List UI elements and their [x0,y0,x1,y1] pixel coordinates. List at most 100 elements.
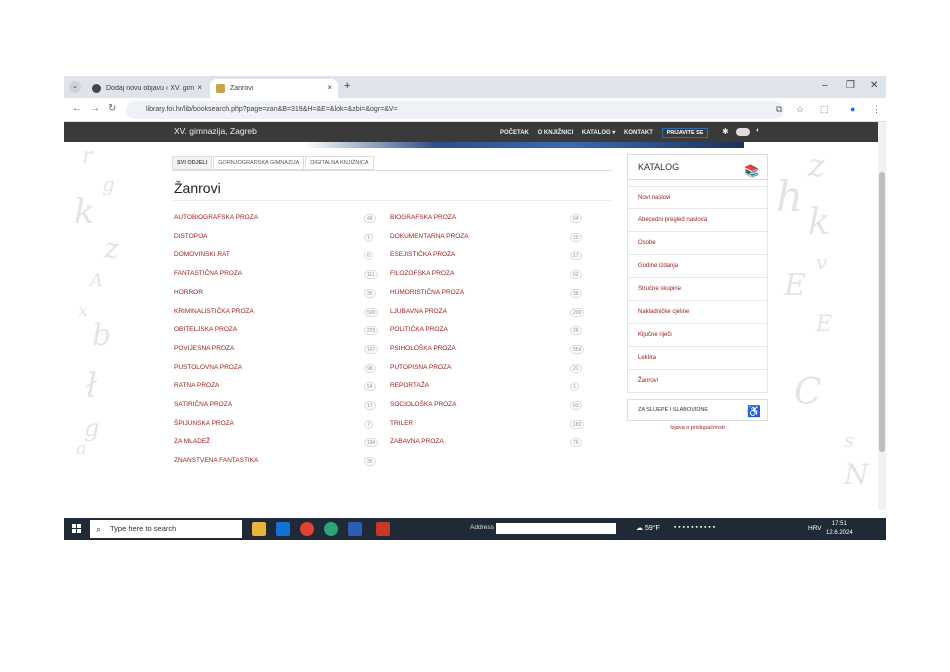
tab-dodaj-objavu[interactable]: Dodaj novu objavu ‹ XV. gimna × [86,79,208,98]
profile-icon[interactable]: ● [850,104,855,114]
genre-item[interactable]: Psihološka proza 554 [390,343,586,357]
menu-item-kontakt[interactable]: KONTAKT [624,130,653,136]
login-button[interactable]: PRIJAVITE SE [661,128,709,138]
language-indicator[interactable]: HRV [808,525,822,532]
gear-icon[interactable]: ✱ [722,127,729,136]
genre-name[interactable]: Putopisna proza [390,364,451,371]
genre-item[interactable]: Ratna proza 54 [174,380,380,394]
close-window-button[interactable]: ✕ [870,80,878,91]
genre-item[interactable]: Esejistička proza 17 [390,249,586,263]
genre-item[interactable]: Humoristična proza 38 [390,287,586,301]
extensions-icon[interactable]: ⬚ [820,104,829,115]
genre-item[interactable]: Satirična proza 17 [174,399,380,413]
genre-item[interactable]: Zabavna proza 76 [390,436,586,450]
genre-name[interactable]: Špijunska proza [174,420,234,427]
maximize-button[interactable]: ❐ [846,80,855,91]
url-input[interactable]: library.foi.hr/lib/booksearch.php?page=z… [126,101,784,119]
sidebar-item-nakladnicke-cjeline[interactable]: Nakladničke cjeline [627,301,768,324]
genre-item[interactable]: Znanstvena fantastika 36 [174,455,380,469]
close-tab-icon[interactable]: × [327,83,332,92]
reload-icon[interactable]: ↻ [108,103,116,114]
forward-icon[interactable]: → [90,103,100,114]
genre-item[interactable]: Pustolovna proza 98 [174,362,380,376]
genre-name[interactable]: Fantastična proza [174,270,242,277]
genre-item[interactable]: Fantastična proza 111 [174,268,380,282]
genre-name[interactable]: Distopija [174,233,207,240]
blind-access-button[interactable]: ZA SLIJEPE I SLABOVIDNE ♿ [627,399,768,421]
genre-name[interactable]: Politička proza [390,326,448,333]
page-scrollbar[interactable] [878,122,886,510]
accessibility-statement-link[interactable]: Izjava o pristupačnosti [627,425,768,431]
genre-name[interactable]: Esejistička proza [390,251,455,258]
genre-name[interactable]: Satirična proza [174,401,232,408]
minimize-button[interactable]: – [822,80,828,91]
menu-item-o-knjiznici[interactable]: O KNJIŽNICI [538,130,574,136]
genre-item[interactable]: Povijesna proza 107 [174,343,380,357]
address-toolbar-input[interactable] [496,523,616,534]
genre-name[interactable]: Znanstvena fantastika [174,457,258,464]
genre-name[interactable]: Filozofska proza [390,270,454,277]
genre-item[interactable]: Horror 36 [174,287,380,301]
word-icon[interactable] [348,522,362,536]
tab-svi-odjeli[interactable]: SVI ODJELI [172,156,213,170]
genre-item[interactable]: Triler 183 [390,418,586,432]
new-tab-button[interactable]: + [344,80,350,92]
sidebar-item-lektira[interactable]: Lektira [627,347,768,370]
weather-widget[interactable]: ☁ 59°F [636,524,660,532]
genre-item[interactable]: Obiteljska proza 225 [174,324,380,338]
genre-name[interactable]: Sociološka proza [390,401,456,408]
genre-item[interactable]: Politička proza 28 [390,324,586,338]
close-tab-icon[interactable]: × [197,83,202,92]
sidebar-item-zanrovi[interactable]: Žanrovi [627,370,768,393]
genre-name[interactable]: Domovinski rat [174,251,230,258]
chrome-icon[interactable] [300,522,314,536]
genre-name[interactable]: Za mladež [174,438,210,445]
genre-name[interactable]: Ljubavna proza [390,308,447,315]
genre-item[interactable]: Špijunska proza 7 [174,418,380,432]
genre-item[interactable]: Kriminalistička proza 500 [174,306,380,320]
contrast-icon[interactable]: ◐ [756,127,760,134]
genre-name[interactable]: Zabavna proza [390,438,444,445]
outlook-icon[interactable] [276,522,290,536]
tab-gornjogradska-gimnazija[interactable]: GORNJOGRADSKA GIMNAZIJA [213,156,305,170]
genre-name[interactable]: Horror [174,289,203,296]
genre-item[interactable]: Za mladež 184 [174,436,380,450]
sidebar-item-abecedni-pregled[interactable]: Abecedni pregled naslova [627,209,768,232]
system-tray[interactable]: ▪▪▪▪▪▪▪▪▪▪ [674,524,717,531]
sidebar-item-godine-izdanja[interactable]: Godine izdanja [627,255,768,278]
genre-item[interactable]: Distopija 1 [174,231,380,245]
genre-name[interactable]: Kriminalistička proza [174,308,254,315]
genre-item[interactable]: Domovinski rat 6 [174,249,380,263]
menu-dots-icon[interactable]: ⋮ [872,104,881,115]
tab-digitalna-knjiznica[interactable]: DIGITALNA KNJIŽNICA [305,156,374,170]
genre-name[interactable]: Humoristična proza [390,289,464,296]
menu-item-pocetak[interactable]: POČETAK [500,130,529,136]
genre-name[interactable]: Triler [390,420,413,427]
sidebar-item-kljucne-rijeci[interactable]: Ključne riječi [627,324,768,347]
genre-name[interactable]: Obiteljska proza [174,326,237,333]
genre-item[interactable]: Ljubavna proza 200 [390,306,586,320]
sidebar-item-strucne-skupine[interactable]: Stručne skupine [627,278,768,301]
genre-item[interactable]: Autobiografska proza 46 [174,212,380,226]
genre-name[interactable]: Autobiografska proza [174,214,258,221]
windows-start-icon[interactable] [72,524,81,533]
genre-name[interactable]: Psihološka proza [390,345,456,352]
back-icon[interactable]: ← [72,103,82,114]
genre-name[interactable]: Povijesna proza [174,345,234,352]
translate-icon[interactable]: ⧉ [776,104,782,115]
genre-name[interactable]: Dokumentarna proza [390,233,469,240]
taskbar-search-input[interactable]: ⌕ Type here to search [90,520,242,538]
sidebar-item-novi-naslovi[interactable]: Novi naslovi [627,186,768,209]
genre-item[interactable]: Putopisna proza 21 [390,362,586,376]
tab-search-icon[interactable]: ⌄ [69,81,81,93]
site-name[interactable]: XV. gimnazija, Zagreb [174,126,257,136]
file-explorer-icon[interactable] [252,522,266,536]
genre-item[interactable]: Dokumentarna proza 10 [390,231,586,245]
scrollbar-thumb[interactable] [879,172,885,452]
menu-item-katalog[interactable]: KATALOG ▾ [582,130,615,136]
genre-name[interactable]: Pustolovna proza [174,364,242,371]
genre-name[interactable]: Biografska proza [390,214,456,221]
edge-icon[interactable] [324,522,338,536]
genre-name[interactable]: Reportaža [390,382,429,389]
taskbar-clock[interactable]: 17:51 12.6.2024 [826,520,853,538]
